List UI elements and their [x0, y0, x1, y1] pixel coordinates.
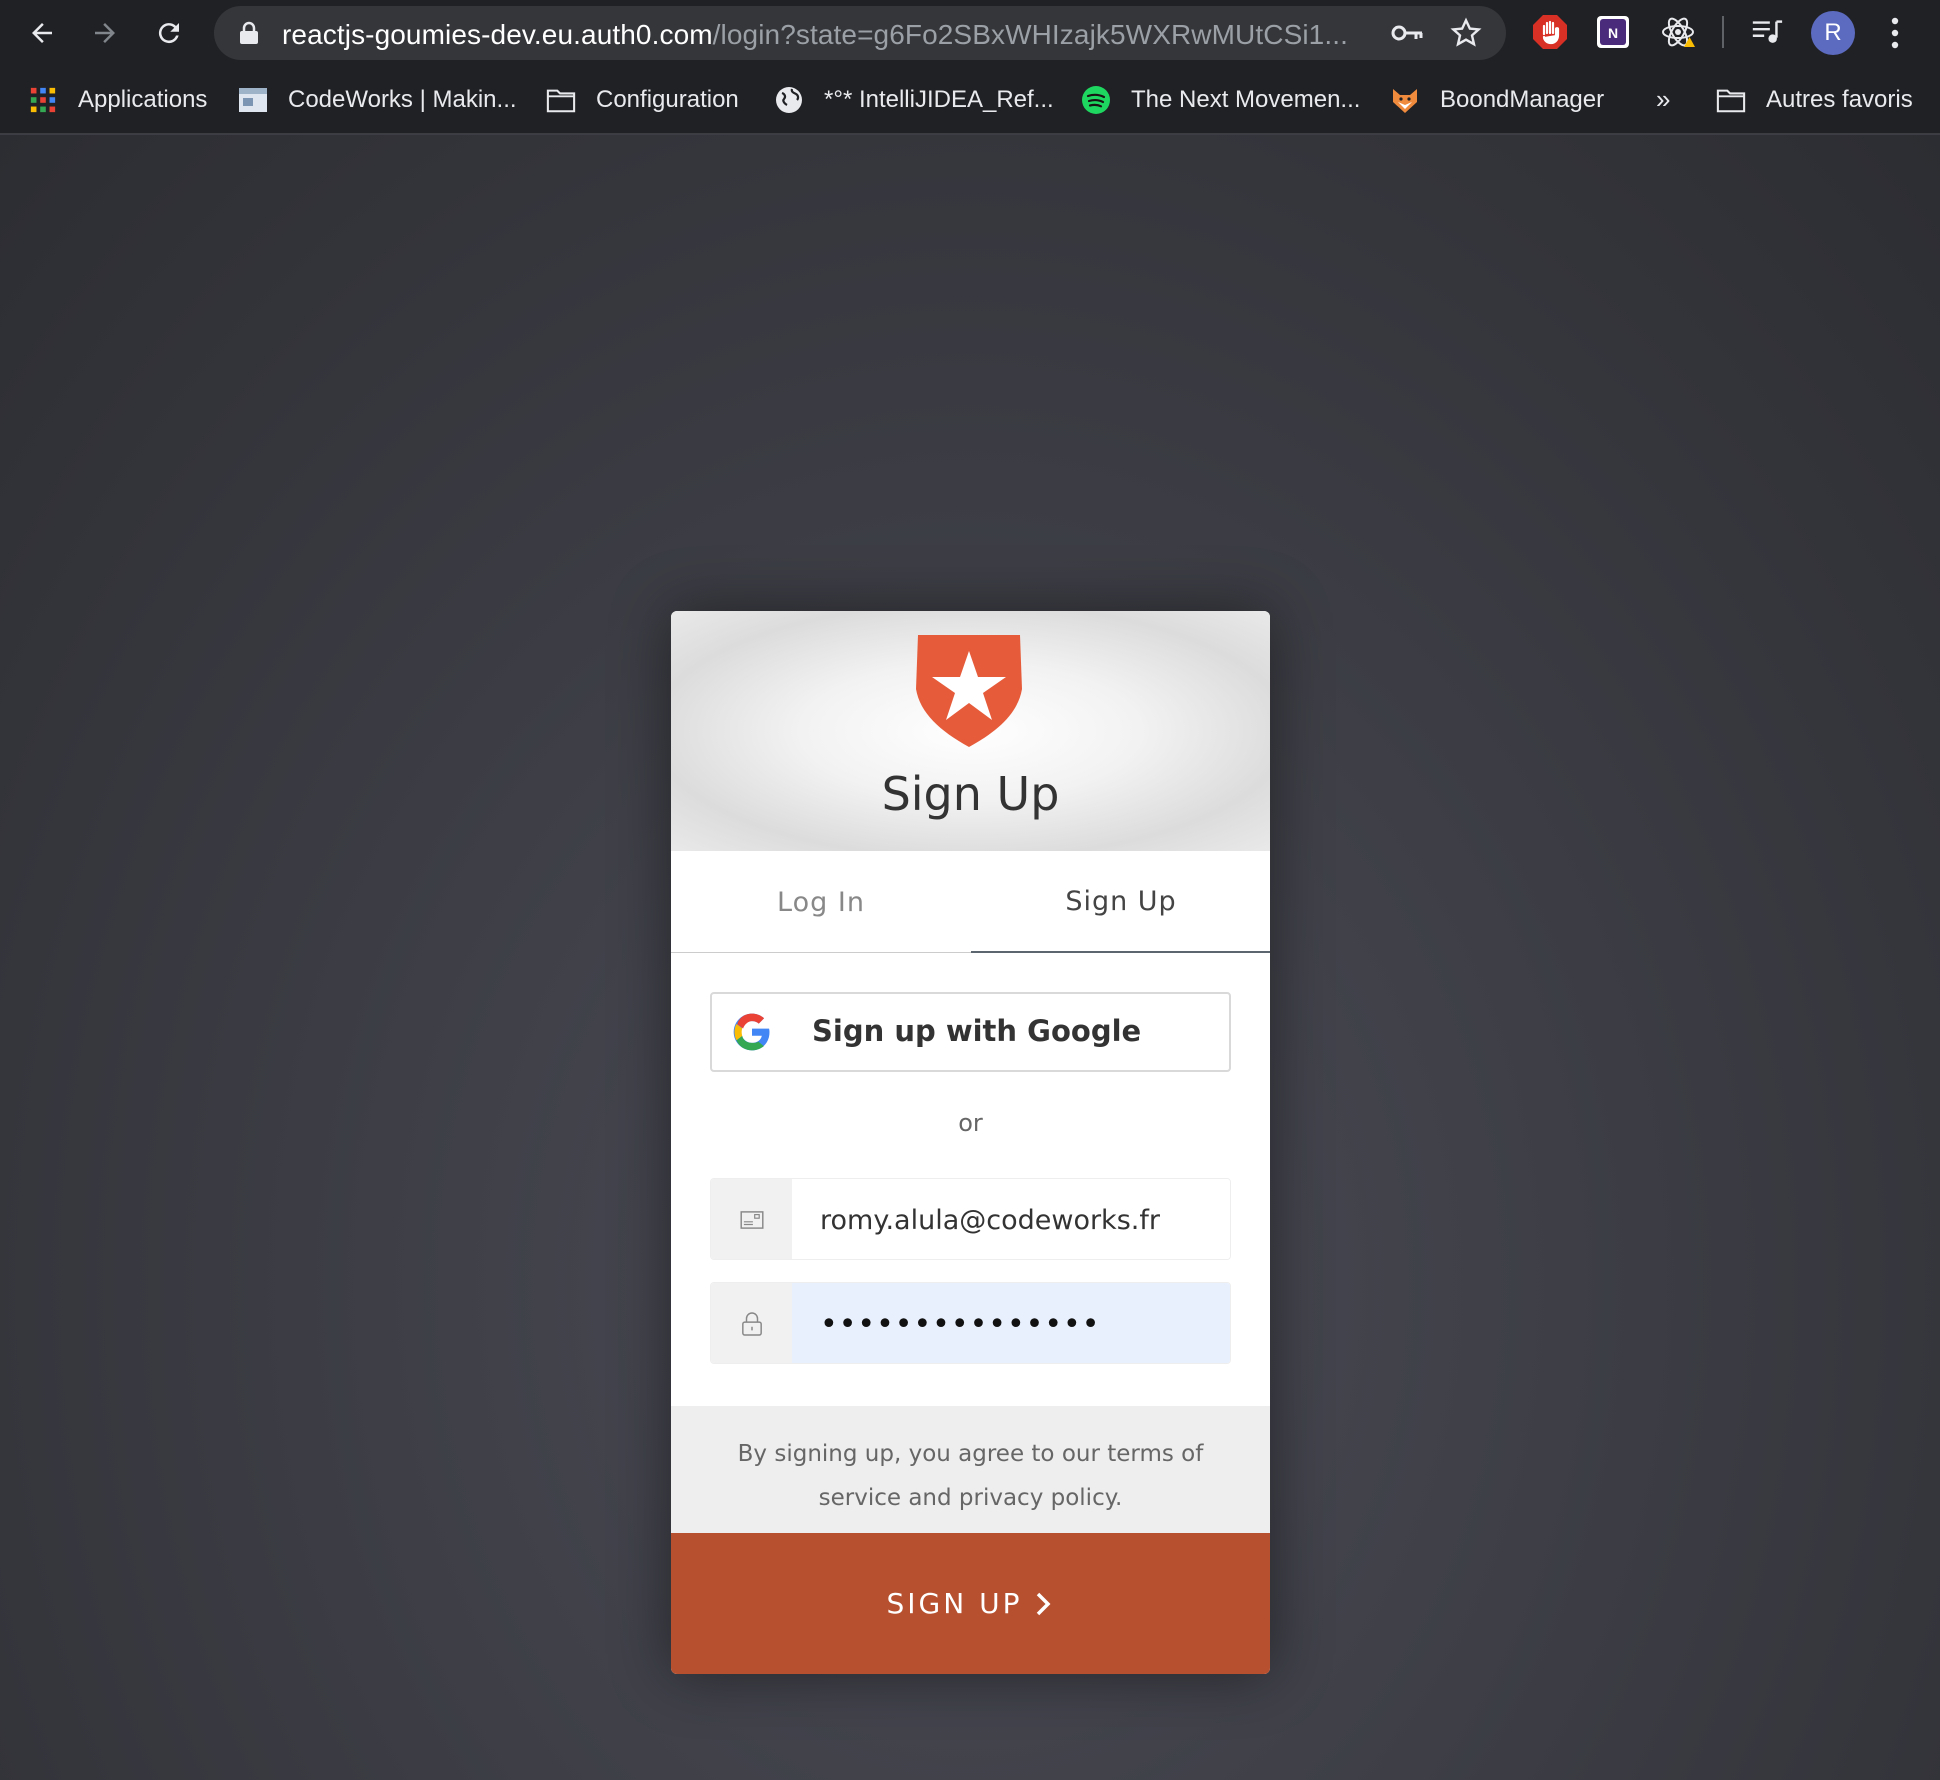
- bookmark-label: Configuration: [596, 86, 739, 113]
- reload-icon: [158, 23, 179, 44]
- arrow-right-icon: [95, 23, 115, 43]
- forward-button[interactable]: [84, 12, 126, 54]
- email-input[interactable]: romy.alula@codeworks.fr: [792, 1179, 1230, 1259]
- signup-submit-button[interactable]: SIGN UP: [671, 1533, 1270, 1674]
- google-g-icon: [733, 1013, 770, 1051]
- back-button[interactable]: [21, 12, 63, 54]
- react-icon: [1662, 17, 1695, 47]
- folder-icon: [1716, 85, 1746, 115]
- tab-login[interactable]: Log In: [671, 851, 971, 953]
- auth-tabs: Log In Sign Up: [671, 851, 1270, 953]
- n-extension[interactable]: N: [1594, 13, 1632, 51]
- star-icon[interactable]: [1450, 17, 1482, 49]
- bookmark-other-favorites[interactable]: Autres favoris: [1716, 82, 1913, 118]
- stop-hand-icon: [1533, 15, 1567, 49]
- address-bar[interactable]: reactjs-goumies-dev.eu.auth0.com/login?s…: [214, 6, 1506, 60]
- lock-icon: [741, 1312, 762, 1336]
- tab-signup[interactable]: Sign Up: [971, 851, 1270, 953]
- password-field[interactable]: •••••••••••••••: [710, 1282, 1231, 1364]
- fox-icon: [1390, 85, 1420, 115]
- lock-icon: [240, 21, 258, 44]
- url-text: reactjs-goumies-dev.eu.auth0.com/login?s…: [282, 19, 1348, 50]
- email-field[interactable]: romy.alula@codeworks.fr: [710, 1178, 1231, 1260]
- envelope-icon: [739, 1211, 764, 1229]
- bookmark-label: CodeWorks | Makin...: [288, 86, 517, 113]
- arrow-left-icon: [32, 23, 52, 43]
- password-input[interactable]: •••••••••••••••: [792, 1283, 1230, 1363]
- chevron-right-icon: [1037, 1592, 1051, 1615]
- svg-text:N: N: [1608, 25, 1618, 41]
- email-icon-cell: [711, 1179, 792, 1259]
- more-vert-icon[interactable]: [1880, 14, 1910, 52]
- bookmark-label: BoondManager: [1440, 86, 1605, 113]
- google-signup-button[interactable]: Sign up with Google: [710, 992, 1231, 1072]
- bookmark-applications[interactable]: Applications: [28, 82, 207, 118]
- media-control-button[interactable]: [1748, 13, 1786, 51]
- auth0-lock-widget: Sign Up Log In Sign Up Sign up with Goog…: [671, 611, 1270, 1674]
- apps-grid-icon: [28, 85, 58, 115]
- bookmark-label: Applications: [78, 86, 208, 113]
- google-signup-label: Sign up with Google: [812, 1014, 1142, 1048]
- bookmark-configuration[interactable]: Configuration: [546, 82, 739, 118]
- n-icon: N: [1597, 16, 1629, 48]
- spotify-icon: [1081, 85, 1111, 115]
- more-bookmarks-button[interactable]: »: [1656, 84, 1670, 115]
- or-separator: or: [958, 1109, 983, 1137]
- bookmark-label: Autres favoris: [1766, 86, 1913, 113]
- terms-notice: By signing up, you agree to our terms of…: [671, 1406, 1270, 1533]
- widget-header: Sign Up: [671, 611, 1270, 851]
- bookmark-label: *°* IntelliJIDEA_Ref...: [824, 86, 1054, 113]
- auth0-logo-icon: [916, 635, 1022, 747]
- password-icon-cell: [711, 1283, 792, 1363]
- codeworks-favicon: [238, 85, 268, 115]
- signup-submit-label: SIGN UP: [886, 1587, 1023, 1620]
- bookmark-spotify[interactable]: The Next Movemen...: [1081, 82, 1360, 118]
- browser-toolbar: reactjs-goumies-dev.eu.auth0.com/login?s…: [0, 0, 1940, 66]
- bookmark-label: The Next Movemen...: [1131, 86, 1361, 113]
- key-icon[interactable]: [1390, 19, 1424, 47]
- widget-title: Sign Up: [881, 767, 1060, 821]
- reload-button[interactable]: [148, 12, 190, 54]
- globe-icon: [774, 85, 804, 115]
- bookmark-boondmanager[interactable]: BoondManager: [1390, 82, 1604, 118]
- media-queue-icon: [1752, 20, 1783, 43]
- bookmarks-bar: Applications CodeWorks | Makin... Config…: [0, 66, 1940, 134]
- toolbar-separator: [1722, 16, 1724, 48]
- bookmark-codeworks[interactable]: CodeWorks | Makin...: [238, 82, 517, 118]
- folder-icon: [546, 85, 576, 115]
- profile-avatar[interactable]: R: [1811, 11, 1855, 55]
- stop-hand-extension[interactable]: [1531, 13, 1569, 51]
- bookmark-intellij[interactable]: *°* IntelliJIDEA_Ref...: [774, 82, 1054, 118]
- react-devtools-extension[interactable]: [1659, 13, 1697, 51]
